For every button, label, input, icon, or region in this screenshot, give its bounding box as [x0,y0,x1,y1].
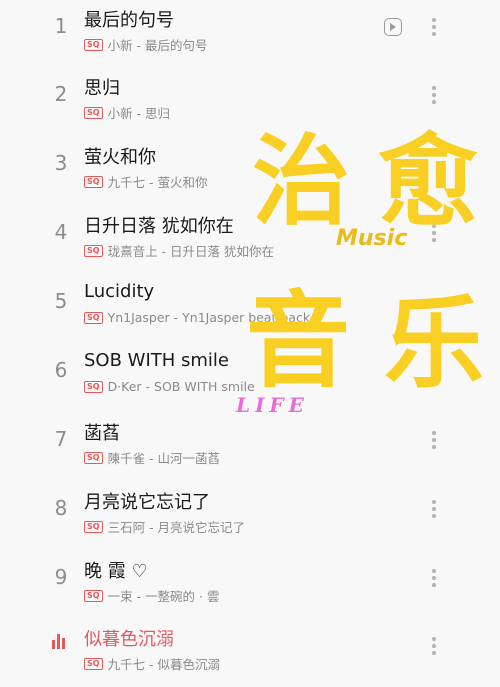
sq-badge: SQ [84,244,103,257]
track-subtitle: SQ D·Ker - SOB WITH smile [84,379,255,394]
track-artist-album: D·Ker - SOB WITH smile [107,379,255,394]
track-subtitle: SQ 一束 - 一整碗的 · 雲 [84,586,219,605]
track-rank: 8 [54,496,68,520]
track-subtitle: SQ 陳千雀 - 山河一菡萏 [84,448,220,467]
more-dots-icon[interactable] [426,18,442,42]
track-artist-album: 陳千雀 - 山河一菡萏 [107,451,221,466]
more-dots-icon[interactable] [426,637,442,661]
track-title: 思归 [84,78,120,99]
track-rank: 5 [54,289,68,313]
track-title: 日升日落 犹如你在 [84,216,234,237]
track-title: 月亮说它忘记了 [84,492,210,513]
overlay-music-text: Music [336,226,408,251]
track-rank: 3 [54,151,68,175]
sq-badge: SQ [84,589,103,602]
track-subtitle: SQ 九千七 - 萤火和你 [84,172,208,191]
track-subtitle: SQ 小新 - 最后的句号 [84,35,208,54]
more-dots-icon[interactable] [426,569,442,593]
overlay-heading-char: 乐 [384,284,484,402]
track-title: 似暮色沉溺 [84,629,174,650]
sq-badge: SQ [84,451,103,464]
now-playing-bars-icon [52,633,70,649]
sq-badge: SQ [84,175,103,188]
track-title: 晚 霞 ♡ [84,561,148,582]
track-title: 菡萏 [84,423,120,444]
track-rank: 6 [54,358,68,382]
track-rank: 1 [54,14,68,38]
sq-badge: SQ [84,38,103,51]
track-rank: 2 [54,82,68,106]
track-artist-album: 九千七 - 萤火和你 [107,175,208,190]
sq-badge: SQ [84,657,103,670]
sq-badge: SQ [84,106,103,119]
track-subtitle: SQ 小新 - 思归 [84,103,170,122]
play-mv-icon[interactable] [384,18,402,36]
track-title: SOB WITH smile [84,350,230,371]
track-artist-album: 小新 - 思归 [107,106,171,121]
sq-badge: SQ [84,311,103,324]
track-subtitle: SQ 九千七 - 似暮色沉溺 [84,654,220,673]
more-dots-icon[interactable] [426,500,442,524]
track-artist-album: 三石阿 - 月亮说它忘记了 [107,520,246,535]
sq-badge: SQ [84,520,103,533]
overlay-heading-char: 治 [252,124,351,239]
sq-badge: SQ [84,380,103,393]
song-row[interactable]: 9 晚 霞 ♡ SQ 一束 - 一整碗的 · 雲 [0,551,500,619]
more-dots-icon[interactable] [426,431,442,455]
track-rank: 4 [54,220,68,244]
track-artist-album: 九千七 - 似暮色沉溺 [107,657,221,672]
overlay-heading-char: 愈 [378,122,478,240]
track-rank: 7 [54,427,68,451]
overlay-life-text: LIFE [236,393,309,417]
track-title: 萤火和你 [84,147,156,168]
song-row[interactable]: 7 菡萏 SQ 陳千雀 - 山河一菡萏 [0,413,500,481]
overlay-heading-char: 音 [246,279,351,402]
track-artist-album: 小新 - 最后的句号 [107,38,208,53]
track-title: Lucidity [84,281,155,302]
track-rank: 9 [54,565,68,589]
song-row-now-playing[interactable]: 似暮色沉溺 SQ 九千七 - 似暮色沉溺 [0,619,500,687]
song-row[interactable]: 1 最后的句号 SQ 小新 - 最后的句号 [0,0,500,68]
track-subtitle: SQ 三石阿 - 月亮说它忘记了 [84,517,245,536]
song-row[interactable]: 8 月亮说它忘记了 SQ 三石阿 - 月亮说它忘记了 [0,482,500,550]
track-artist-album: 一束 - 一整碗的 · 雲 [107,589,220,604]
track-title: 最后的句号 [84,10,174,31]
